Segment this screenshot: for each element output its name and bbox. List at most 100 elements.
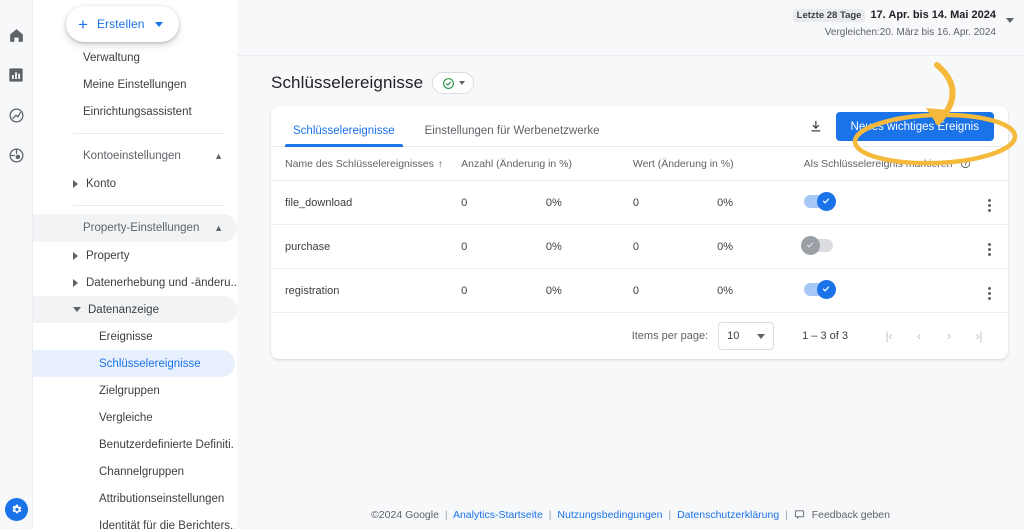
sidebar-item-schluesselereignisse[interactable]: Schlüsselereignisse — [33, 350, 235, 377]
mark-key-event-toggle[interactable] — [804, 239, 833, 252]
kebab-menu-icon[interactable] — [988, 287, 991, 300]
previous-page-button[interactable]: ‹ — [904, 329, 934, 343]
date-range-primary-row: Letzte 28 Tage 17. Apr. bis 14. Mai 2024 — [793, 8, 996, 24]
create-button[interactable]: + Erstellen — [66, 6, 179, 42]
sidebar-item-label: Property — [86, 250, 129, 262]
cell-count-change: 0% — [546, 181, 633, 225]
app-icon-rail — [0, 0, 33, 529]
table-row[interactable]: file_download 0 0% 0 0% — [271, 181, 1008, 225]
new-key-event-button[interactable]: Neues wichtiges Ereignis — [836, 112, 994, 141]
footer-link-analytics-home[interactable]: Analytics-Startseite — [453, 509, 543, 521]
card-header-actions: Neues wichtiges Ereignis — [809, 112, 994, 146]
mark-key-event-toggle[interactable] — [804, 283, 833, 296]
cell-count-change: 0% — [546, 225, 633, 269]
cell-count: 0 — [461, 269, 546, 313]
pagination-range-label: 1 – 3 of 3 — [802, 330, 848, 342]
sidebar-item-identitaet-berichterstellung[interactable]: Identität für die Berichters... — [33, 512, 235, 529]
page-header: Schlüsselereignisse — [237, 56, 1024, 106]
footer-link-terms[interactable]: Nutzungsbedingungen — [557, 509, 662, 521]
footer-link-privacy[interactable]: Datenschutzerklärung — [677, 509, 779, 521]
sort-ascending-icon: ↑ — [438, 159, 443, 170]
key-events-card: Schlüsselereignisse Einstellungen für We… — [271, 106, 1008, 359]
reports-bar-chart-icon[interactable] — [3, 62, 29, 88]
cell-value-change: 0% — [717, 225, 804, 269]
cell-row-menu — [971, 269, 1008, 313]
check-icon — [821, 284, 831, 294]
sidebar-item-label: Konto — [86, 178, 116, 190]
sidebar-item-zielgruppen[interactable]: Zielgruppen — [33, 377, 235, 404]
date-range-selector[interactable]: Letzte 28 Tage17. Apr. bis 14. Mai 2024 … — [793, 8, 996, 40]
advertising-radar-icon[interactable] — [3, 142, 29, 168]
table-row[interactable]: registration 0 0% 0 0% — [271, 269, 1008, 313]
sidebar-item-label: Meine Einstellungen — [83, 79, 187, 91]
sidebar-divider-1 — [73, 133, 225, 134]
footer-separator: | — [445, 509, 448, 521]
column-header-name[interactable]: Name des Schlüsselereignisses ↑ — [271, 147, 461, 181]
check-icon — [821, 196, 831, 206]
create-button-label: Erstellen — [97, 17, 145, 31]
mark-key-event-toggle[interactable] — [804, 195, 833, 208]
check-icon — [805, 240, 815, 250]
cell-event-name: registration — [271, 269, 461, 313]
sidebar-section-property-einstellungen[interactable]: Property-Einstellungen ▲ — [33, 214, 237, 242]
download-icon[interactable] — [809, 119, 824, 134]
kebab-menu-icon[interactable] — [988, 243, 991, 256]
cell-event-name: purchase — [271, 225, 461, 269]
cell-value: 0 — [633, 181, 717, 225]
explore-compass-icon[interactable] — [3, 102, 29, 128]
sidebar-item-einrichtungsassistent[interactable]: Einrichtungsassistent — [33, 98, 237, 125]
cell-value: 0 — [633, 269, 717, 313]
home-icon[interactable] — [3, 22, 29, 48]
triangle-right-icon — [73, 180, 78, 188]
plus-icon: + — [78, 16, 88, 33]
triangle-right-icon — [73, 252, 78, 260]
key-events-table: Name des Schlüsselereignisses ↑ Anzahl (Ä… — [271, 147, 1008, 313]
sidebar-section-kontoeinstellungen[interactable]: Kontoeinstellungen ▲ — [33, 142, 237, 170]
column-header-count[interactable]: Anzahl (Änderung in %) — [461, 147, 633, 181]
column-header-label: Name des Schlüsselereignisses — [285, 158, 434, 170]
settings-gear-icon[interactable] — [5, 498, 28, 521]
last-page-button[interactable]: ›| — [964, 329, 994, 343]
table-pagination: Items per page: 10 1 – 3 of 3 |‹ ‹ › ›| — [271, 313, 1008, 359]
sidebar-item-meine-einstellungen[interactable]: Meine Einstellungen — [33, 71, 237, 98]
kebab-menu-icon[interactable] — [988, 199, 991, 212]
sidebar-item-benutzerdefinierte-definitionen[interactable]: Benutzerdefinierte Definiti... — [33, 431, 235, 458]
column-header-label: Wert (Änderung in %) — [633, 158, 734, 170]
first-page-button[interactable]: |‹ — [874, 329, 904, 343]
sidebar-item-channelgruppen[interactable]: Channelgruppen — [33, 458, 235, 485]
sidebar-item-datenerhebung[interactable]: Datenerhebung und -änderu... — [33, 269, 237, 296]
cell-value-change: 0% — [717, 269, 804, 313]
feedback-link[interactable]: Feedback geben — [812, 509, 890, 521]
cell-value-change: 0% — [717, 181, 804, 225]
date-range-chip: Letzte 28 Tage — [793, 9, 866, 22]
sidebar-item-property[interactable]: Property — [33, 242, 237, 269]
tab-schluesselereignisse[interactable]: Schlüsselereignisse — [285, 125, 403, 146]
card-header: Schlüsselereignisse Einstellungen für We… — [271, 106, 1008, 147]
sidebar-section-label: Property-Einstellungen — [83, 222, 199, 234]
footer-separator: | — [785, 509, 788, 521]
table-row[interactable]: purchase 0 0% 0 0% — [271, 225, 1008, 269]
footer-separator: | — [549, 509, 552, 521]
items-per-page-label: Items per page: — [632, 330, 708, 342]
help-circle-icon[interactable] — [960, 158, 971, 169]
column-header-value[interactable]: Wert (Änderung in %) — [633, 147, 804, 181]
sidebar-item-datenanzeige[interactable]: Datenanzeige — [33, 296, 237, 323]
copyright-text: ©2024 Google — [371, 509, 439, 521]
sidebar-item-label: Einrichtungsassistent — [83, 106, 192, 118]
sidebar-item-vergleiche[interactable]: Vergleiche — [33, 404, 235, 431]
sidebar-item-verwaltung[interactable]: Verwaltung — [33, 44, 237, 71]
sidebar-item-attributionseinstellungen[interactable]: Attributionseinstellungen — [33, 485, 235, 512]
date-range-chevron-down-icon[interactable] — [1006, 18, 1014, 23]
sidebar-item-label: Schlüsselereignisse — [99, 358, 201, 370]
date-range-value: 17. Apr. bis 14. Mai 2024 — [870, 9, 996, 21]
column-header-mark-as-key-event: Als Schlüsselereignis markieren — [804, 147, 972, 181]
column-header-actions — [971, 147, 1008, 181]
sidebar-item-ereignisse[interactable]: Ereignisse — [33, 323, 235, 350]
tab-werbenetzwerke-einstellungen[interactable]: Einstellungen für Werbenetzwerke — [417, 125, 608, 146]
next-page-button[interactable]: › — [934, 329, 964, 343]
page-title-status-badge[interactable] — [432, 72, 474, 94]
cell-row-menu — [971, 225, 1008, 269]
sidebar-item-konto[interactable]: Konto — [33, 170, 237, 197]
tab-label: Schlüsselereignisse — [293, 125, 395, 137]
items-per-page-select[interactable]: 10 — [718, 322, 774, 350]
